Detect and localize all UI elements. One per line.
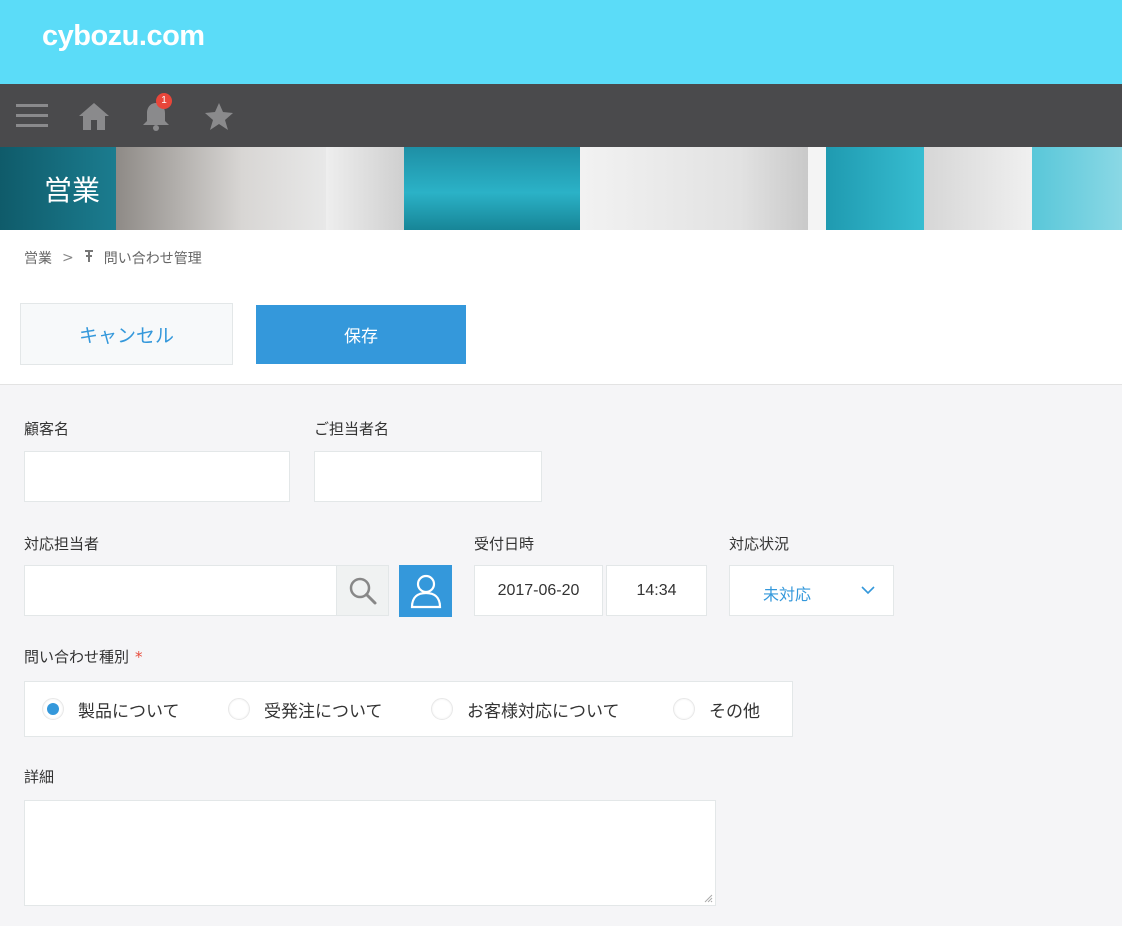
star-icon[interactable] xyxy=(199,96,239,136)
inquiry-type-label: 問い合わせ種別 * xyxy=(24,646,143,667)
status-label: 対応状況 xyxy=(729,535,790,553)
cancel-button[interactable]: キャンセル xyxy=(20,303,233,365)
radio-option-other[interactable]: その他 xyxy=(673,694,760,724)
received-date-input[interactable]: 2017-06-20 xyxy=(474,565,603,616)
radio-option-label: その他 xyxy=(709,701,760,722)
inquiry-type-radio-group: 製品について 受発注について お客様対応について その他 xyxy=(24,681,793,737)
status-selected-value: 未対応 xyxy=(763,585,812,604)
details-textarea[interactable] xyxy=(24,800,716,906)
received-at-label: 受付日時 xyxy=(474,535,535,553)
customer-name-label: 顧客名 xyxy=(24,420,70,438)
radio-option-order[interactable]: 受発注について xyxy=(228,694,383,724)
assignee-input[interactable] xyxy=(24,565,337,616)
customer-name-input[interactable] xyxy=(24,451,290,502)
save-button[interactable]: 保存 xyxy=(256,305,466,364)
action-area: 営業 > 問い合わせ管理 キャンセル 保存 xyxy=(0,230,1122,385)
menu-icon[interactable] xyxy=(12,96,52,136)
status-dropdown[interactable]: 未対応 xyxy=(729,565,894,616)
home-icon[interactable] xyxy=(74,96,114,136)
radio-button[interactable] xyxy=(228,698,250,720)
breadcrumb-app-link[interactable]: 問い合わせ管理 xyxy=(104,248,202,268)
radio-button[interactable] xyxy=(431,698,453,720)
radio-option-label: 受発注について xyxy=(264,701,383,722)
radio-option-label: 製品について xyxy=(78,701,180,722)
user-select-button[interactable] xyxy=(399,565,452,617)
resize-handle-icon[interactable] xyxy=(703,893,713,903)
pin-icon xyxy=(84,249,94,267)
navigation-bar: 1 xyxy=(0,84,1122,147)
header-bar: cybozu.com xyxy=(0,0,1122,84)
radio-option-label: お客様対応について xyxy=(467,701,620,722)
inquiry-type-label-text: 問い合わせ種別 xyxy=(24,648,130,666)
user-icon xyxy=(410,574,441,609)
notification-bell-icon[interactable]: 1 xyxy=(136,93,176,136)
received-time-input[interactable]: 14:34 xyxy=(606,565,707,616)
radio-option-product[interactable]: 製品について xyxy=(42,694,180,724)
details-label: 詳細 xyxy=(24,768,55,786)
space-banner: 営業 xyxy=(0,147,1122,230)
notification-badge: 1 xyxy=(156,93,172,109)
radio-option-customer-service[interactable]: お客様対応について xyxy=(431,694,620,724)
space-title: 営業 xyxy=(44,174,101,207)
breadcrumb-separator: > xyxy=(62,250,74,266)
assignee-search-button[interactable] xyxy=(337,565,389,616)
assignee-label: 対応担当者 xyxy=(24,535,100,553)
radio-button[interactable] xyxy=(673,698,695,720)
contact-name-input[interactable] xyxy=(314,451,542,502)
breadcrumb-space-link[interactable]: 営業 xyxy=(24,248,52,268)
radio-button-selected[interactable] xyxy=(42,698,64,720)
logo[interactable]: cybozu.com xyxy=(42,20,205,53)
chevron-down-icon xyxy=(861,586,875,595)
required-mark: * xyxy=(135,648,143,666)
contact-name-label: ご担当者名 xyxy=(314,420,390,438)
search-icon xyxy=(349,577,376,604)
breadcrumb: 営業 > 問い合わせ管理 xyxy=(24,248,202,268)
